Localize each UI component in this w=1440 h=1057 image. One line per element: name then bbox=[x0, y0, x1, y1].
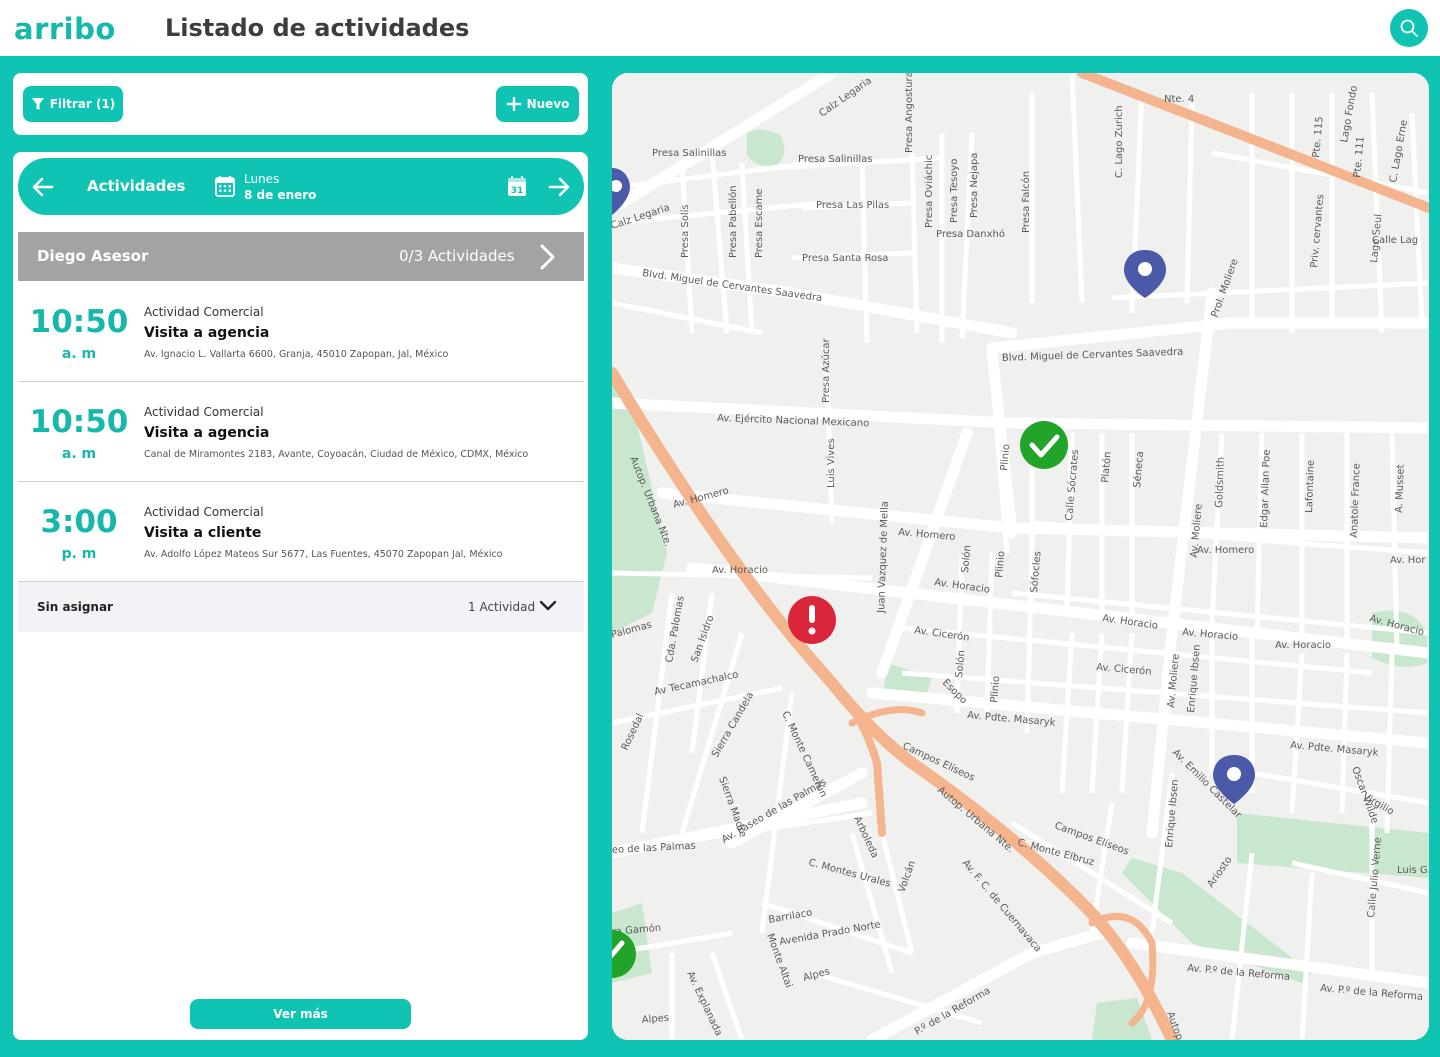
page-title: Listado de actividades bbox=[165, 14, 470, 42]
activity-ampm: p. m bbox=[61, 546, 97, 562]
map-label: Av. Horacio bbox=[712, 565, 768, 576]
advisor-name: Diego Asesor bbox=[37, 247, 149, 265]
activity-map[interactable]: Nte. 4 Calz Legaria Calz Legaria Presa S… bbox=[612, 73, 1429, 1040]
activity-row[interactable]: 10:50 a. m Actividad Comercial Visita a … bbox=[18, 382, 584, 482]
date-navigator: Actividades Lunes 8 de enero 31 bbox=[18, 158, 584, 215]
top-bar: arribo Listado de actividades bbox=[0, 0, 1440, 56]
activity-title: Visita a cliente bbox=[144, 525, 262, 541]
calendar-icon[interactable] bbox=[215, 175, 235, 197]
alert-icon bbox=[809, 605, 815, 623]
map-label: Presa Salinillas bbox=[652, 148, 726, 159]
map-label: Presa Pabellón bbox=[727, 185, 739, 258]
map-label: A. Musset bbox=[1394, 464, 1407, 513]
map-park bbox=[747, 129, 785, 166]
advisor-activity-count: 0/3 Actividades bbox=[399, 247, 515, 265]
map-label: Plinio bbox=[994, 551, 1007, 579]
map-label: Presa Santa Rosa bbox=[802, 253, 888, 264]
activity-ampm: a. m bbox=[61, 346, 97, 362]
map-label: Luis G. U bbox=[1397, 865, 1429, 876]
map-label: C. Lago Zurich bbox=[1114, 105, 1125, 178]
map-label: Presa Nejapa bbox=[969, 153, 980, 218]
activity-title: Visita a agencia bbox=[144, 425, 270, 441]
actions-card: Filtrar (1) Nuevo bbox=[13, 73, 588, 135]
map-label: Presa Solís bbox=[679, 204, 691, 258]
advisor-group-header[interactable]: Diego Asesor 0/3 Actividades bbox=[18, 232, 584, 281]
activity-type: Actividad Comercial bbox=[144, 405, 264, 419]
activity-ampm: a. m bbox=[61, 446, 97, 462]
plus-icon bbox=[506, 97, 521, 111]
map-label: Plinio bbox=[989, 676, 1002, 704]
activity-row[interactable]: 10:50 a. m Actividad Comercial Visita a … bbox=[18, 282, 584, 382]
activity-address: Av. Adolfo López Mateos Sur 5677, Las Fu… bbox=[144, 549, 503, 560]
see-more-button[interactable]: Ver más bbox=[190, 999, 411, 1029]
date-nav-date: 8 de enero bbox=[244, 188, 317, 202]
app-logo: arribo bbox=[14, 12, 116, 46]
map-label: Presa Oviáchic bbox=[923, 155, 935, 228]
unassigned-label: Sin asignar bbox=[37, 600, 113, 614]
map-label: Presa Falcón bbox=[1020, 171, 1032, 233]
map-label: Lafontaine bbox=[1304, 460, 1317, 513]
activity-type: Actividad Comercial bbox=[144, 505, 264, 519]
map-label: Av. Homero bbox=[1197, 545, 1254, 556]
map-label: Luis Vives bbox=[826, 438, 837, 488]
map-label: Goldsmith bbox=[1214, 457, 1227, 508]
activity-row[interactable]: 3:00 p. m Actividad Comercial Visita a c… bbox=[18, 482, 584, 582]
map-pin-alert[interactable] bbox=[788, 596, 836, 644]
map-pin-completed[interactable] bbox=[1020, 421, 1068, 469]
activity-address: Av. Ignacio L. Vallarta 6600, Granja, 45… bbox=[144, 349, 449, 360]
new-button-label: Nuevo bbox=[526, 97, 570, 111]
map-label: Presa Salinillas bbox=[798, 154, 872, 165]
chevron-right-icon bbox=[540, 244, 555, 270]
activity-time: 3:00 bbox=[40, 504, 118, 540]
map-label: Solón bbox=[959, 545, 973, 574]
date-nav-day: Lunes bbox=[244, 172, 280, 186]
calendar-picker-icon[interactable]: 31 bbox=[507, 175, 527, 197]
filter-button[interactable]: Filtrar (1) bbox=[23, 86, 123, 122]
activity-type: Actividad Comercial bbox=[144, 305, 264, 319]
map-label: Presa Angostura bbox=[904, 73, 915, 153]
activity-time: 10:50 bbox=[29, 304, 129, 340]
filter-button-label: Filtrar (1) bbox=[49, 97, 116, 111]
map-label: Av. Hor bbox=[1390, 555, 1426, 566]
arrow-right-icon[interactable] bbox=[546, 174, 572, 200]
map-canvas[interactable]: Nte. 4 Calz Legaria Calz Legaria Presa S… bbox=[612, 73, 1429, 1040]
search-button[interactable] bbox=[1390, 9, 1428, 47]
activities-panel: Actividades Lunes 8 de enero 31 Diego As… bbox=[13, 152, 588, 1040]
map-label: Presa Las Pilas bbox=[816, 200, 889, 211]
map-label: Nte. 4 bbox=[1164, 94, 1194, 105]
arrow-left-icon[interactable] bbox=[30, 174, 56, 200]
map-pin-dot bbox=[1138, 262, 1152, 276]
activity-title: Visita a agencia bbox=[144, 325, 270, 341]
chevron-down-icon bbox=[539, 600, 557, 611]
new-button[interactable]: Nuevo bbox=[496, 86, 579, 122]
filter-icon bbox=[31, 98, 44, 110]
activity-address: Canal de Miramontes 2183, Avante, Coyoac… bbox=[144, 449, 529, 460]
map-pin-dot bbox=[1227, 767, 1241, 781]
map-label: Plinio bbox=[999, 444, 1012, 472]
date-nav-title: Actividades bbox=[87, 177, 186, 195]
map-label: Presa Danxhó bbox=[936, 228, 1005, 240]
map-label: Av. Horacio bbox=[1275, 640, 1331, 651]
unassigned-count: 1 Actividad bbox=[468, 600, 536, 614]
search-icon bbox=[1400, 19, 1418, 37]
calendar-picker-day: 31 bbox=[511, 186, 524, 196]
map-label: Presa Tesoyo bbox=[949, 159, 960, 223]
map-label: Presa Escame bbox=[754, 189, 765, 258]
activity-time: 10:50 bbox=[29, 404, 129, 440]
unassigned-group[interactable]: Sin asignar 1 Actividad bbox=[18, 582, 584, 632]
map-label: Presa Azúcar bbox=[820, 338, 832, 403]
map-label: Solón bbox=[953, 650, 967, 679]
